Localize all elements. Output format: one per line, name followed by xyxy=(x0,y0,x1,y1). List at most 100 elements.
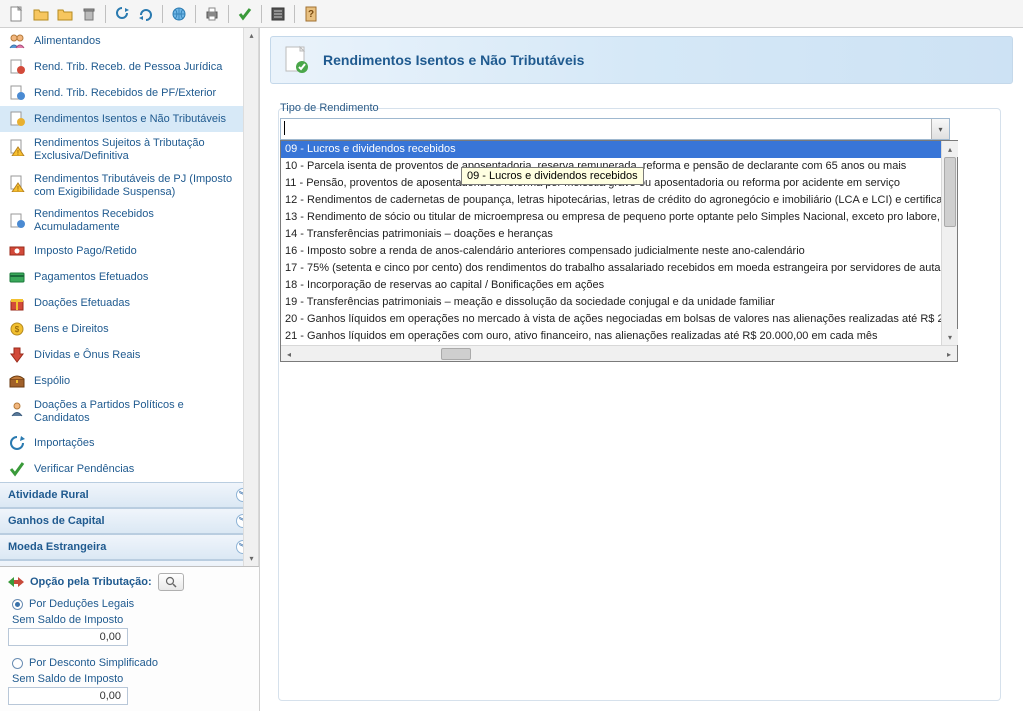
card-icon xyxy=(8,268,26,286)
doc-red-icon xyxy=(8,58,26,76)
sidebar-item-7[interactable]: Imposto Pago/Retido xyxy=(0,238,243,264)
sidebar-item-13[interactable]: Doações a Partidos Políticos e Candidato… xyxy=(0,394,243,430)
gift-icon xyxy=(8,294,26,312)
list-button[interactable] xyxy=(267,3,289,25)
accordion-0[interactable]: Atividade Rural︾ xyxy=(0,482,258,508)
sidebar-item-label: Doações a Partidos Políticos e Candidato… xyxy=(34,399,235,425)
help-button[interactable]: ? xyxy=(300,3,322,25)
globe-button[interactable] xyxy=(168,3,190,25)
main-toolbar: ? xyxy=(0,0,1023,28)
tax-option-deductions-radio[interactable]: Por Deduções Legais xyxy=(8,595,251,612)
scroll-down-icon[interactable]: ▾ xyxy=(942,329,958,345)
sidebar-item-9[interactable]: Doações Efetuadas xyxy=(0,290,243,316)
income-type-dropdown: 09 - Lucros e dividendos recebidos10 - P… xyxy=(280,140,958,362)
balance-value-2: 0,00 xyxy=(8,687,128,705)
tax-option-panel: Opção pela Tributação: Por Deduções Lega… xyxy=(0,566,259,711)
radio-icon xyxy=(12,658,23,669)
sidebar-item-14[interactable]: Importações xyxy=(0,430,243,456)
svg-text:?: ? xyxy=(308,9,314,20)
income-type-combo: ▾ 09 - Lucros e dividendos recebidos10 -… xyxy=(280,118,950,140)
sidebar-item-label: Rendimentos Sujeitos à Tributação Exclus… xyxy=(34,137,235,163)
tax-option-simplified-radio[interactable]: Por Desconto Simplificado xyxy=(8,654,251,671)
check-button[interactable] xyxy=(234,3,256,25)
svg-text:$: $ xyxy=(15,325,20,334)
scroll-right-icon[interactable]: ▸ xyxy=(941,346,957,362)
svg-text:!: ! xyxy=(17,186,19,192)
page-title: Rendimentos Isentos e Não Tributáveis xyxy=(323,52,584,68)
hscroll-thumb[interactable] xyxy=(441,348,471,360)
dropdown-option[interactable]: 21 - Ganhos líquidos em operações com ou… xyxy=(281,328,941,345)
dropdown-option[interactable]: 19 - Transferências patrimoniais – meaçã… xyxy=(281,294,941,311)
sidebar-item-label: Dívidas e Ônus Reais xyxy=(34,349,140,362)
accordion-3[interactable]: Renda Variável︽ xyxy=(0,560,258,566)
dropdown-option[interactable]: 18 - Incorporação de reservas ao capital… xyxy=(281,277,941,294)
folder-button[interactable] xyxy=(54,3,76,25)
balance-value-1: 0,00 xyxy=(8,628,128,646)
income-type-label: Tipo de Rendimento xyxy=(280,102,1003,114)
balance-label-2: Sem Saldo de Imposto xyxy=(8,673,251,685)
open-folder-button[interactable] xyxy=(30,3,52,25)
sidebar-item-label: Verificar Pendências xyxy=(34,463,134,476)
sidebar-item-6[interactable]: Rendimentos Recebidos Acumuladamente xyxy=(0,204,243,238)
sidebar-item-label: Espólio xyxy=(34,375,70,388)
sidebar-item-5[interactable]: ! Rendimentos Tributáveis de PJ (Imposto … xyxy=(0,168,243,204)
new-doc-button[interactable] xyxy=(6,3,28,25)
sidebar-item-label: Importações xyxy=(34,437,95,450)
sidebar-item-8[interactable]: Pagamentos Efetuados xyxy=(0,264,243,290)
sidebar-item-label: Pagamentos Efetuados xyxy=(34,271,148,284)
money-red-icon xyxy=(8,242,26,260)
radio-label: Por Deduções Legais xyxy=(29,598,134,610)
accordion-label: Moeda Estrangeira xyxy=(8,541,106,553)
accordion-2[interactable]: Moeda Estrangeira︾ xyxy=(0,534,258,560)
dropdown-option[interactable]: 16 - Imposto sobre a renda de anos-calen… xyxy=(281,243,941,260)
dropdown-hscrollbar[interactable]: ◂ ▸ xyxy=(281,345,957,361)
doc-yellow-icon xyxy=(8,110,26,128)
accordion-label: Ganhos de Capital xyxy=(8,515,105,527)
person-icon xyxy=(8,400,26,418)
chest-icon xyxy=(8,372,26,390)
scroll-up-icon[interactable]: ▴ xyxy=(244,28,259,43)
accordion-label: Atividade Rural xyxy=(8,489,89,501)
vscroll-thumb[interactable] xyxy=(944,157,956,227)
sidebar-item-11[interactable]: Dívidas e Ônus Reais xyxy=(0,342,243,368)
sidebar-item-label: Rendimentos Tributáveis de PJ (Imposto c… xyxy=(34,173,235,199)
sidebar-item-1[interactable]: Rend. Trib. Receb. de Pessoa Jurídica xyxy=(0,54,243,80)
combo-dropdown-button[interactable]: ▾ xyxy=(931,119,949,139)
sync-up-button[interactable] xyxy=(135,3,157,25)
radio-label: Por Desconto Simplificado xyxy=(29,657,158,669)
radio-icon xyxy=(12,599,23,610)
scroll-up-icon[interactable]: ▴ xyxy=(942,141,958,157)
dropdown-option[interactable]: 09 - Lucros e dividendos recebidos xyxy=(281,141,941,158)
dropdown-option[interactable]: 13 - Rendimento de sócio ou titular de m… xyxy=(281,209,941,226)
doc-warn-icon: ! xyxy=(8,174,26,192)
income-type-input[interactable] xyxy=(280,118,950,140)
sidebar-item-0[interactable]: Alimentandos xyxy=(0,28,243,54)
sidebar-item-2[interactable]: Rend. Trib. Recebidos de PF/Exterior xyxy=(0,80,243,106)
dropdown-option[interactable]: 12 - Rendimentos de cadernetas de poupan… xyxy=(281,192,941,209)
sidebar-item-label: Rend. Trib. Recebidos de PF/Exterior xyxy=(34,87,216,100)
doc-warn-icon: ! xyxy=(8,138,26,156)
trash-button[interactable] xyxy=(78,3,100,25)
sidebar-item-4[interactable]: ! Rendimentos Sujeitos à Tributação Exclu… xyxy=(0,132,243,168)
accordion-1[interactable]: Ganhos de Capital︾ xyxy=(0,508,258,534)
sidebar-item-label: Doações Efetuadas xyxy=(34,297,130,310)
sidebar-scrollbar[interactable]: ▴ ▾ xyxy=(243,28,258,566)
sync-down-button[interactable] xyxy=(111,3,133,25)
sidebar-item-label: Bens e Direitos xyxy=(34,323,109,336)
sidebar-item-15[interactable]: Verificar Pendências xyxy=(0,456,243,482)
sidebar-item-10[interactable]: $ Bens e Direitos xyxy=(0,316,243,342)
page-header-icon xyxy=(283,45,311,75)
print-button[interactable] xyxy=(201,3,223,25)
dropdown-option[interactable]: 20 - Ganhos líquidos em operações no mer… xyxy=(281,311,941,328)
dropdown-vscrollbar[interactable]: ▴ ▾ xyxy=(941,141,957,345)
sidebar-item-3[interactable]: Rendimentos Isentos e Não Tributáveis xyxy=(0,106,243,132)
tax-option-title: Opção pela Tributação: xyxy=(30,576,152,588)
scroll-left-icon[interactable]: ◂ xyxy=(281,346,297,362)
dropdown-option[interactable]: 17 - 75% (setenta e cinco por cento) dos… xyxy=(281,260,941,277)
sidebar-item-12[interactable]: Espólio xyxy=(0,368,243,394)
dropdown-option[interactable]: 14 - Transferências patrimoniais – doaçõ… xyxy=(281,226,941,243)
sidebar-item-label: Alimentandos xyxy=(34,35,101,48)
scroll-down-icon[interactable]: ▾ xyxy=(244,551,259,566)
main-content: Rendimentos Isentos e Não Tributáveis Ti… xyxy=(260,28,1023,711)
tax-option-search-button[interactable] xyxy=(158,573,184,591)
